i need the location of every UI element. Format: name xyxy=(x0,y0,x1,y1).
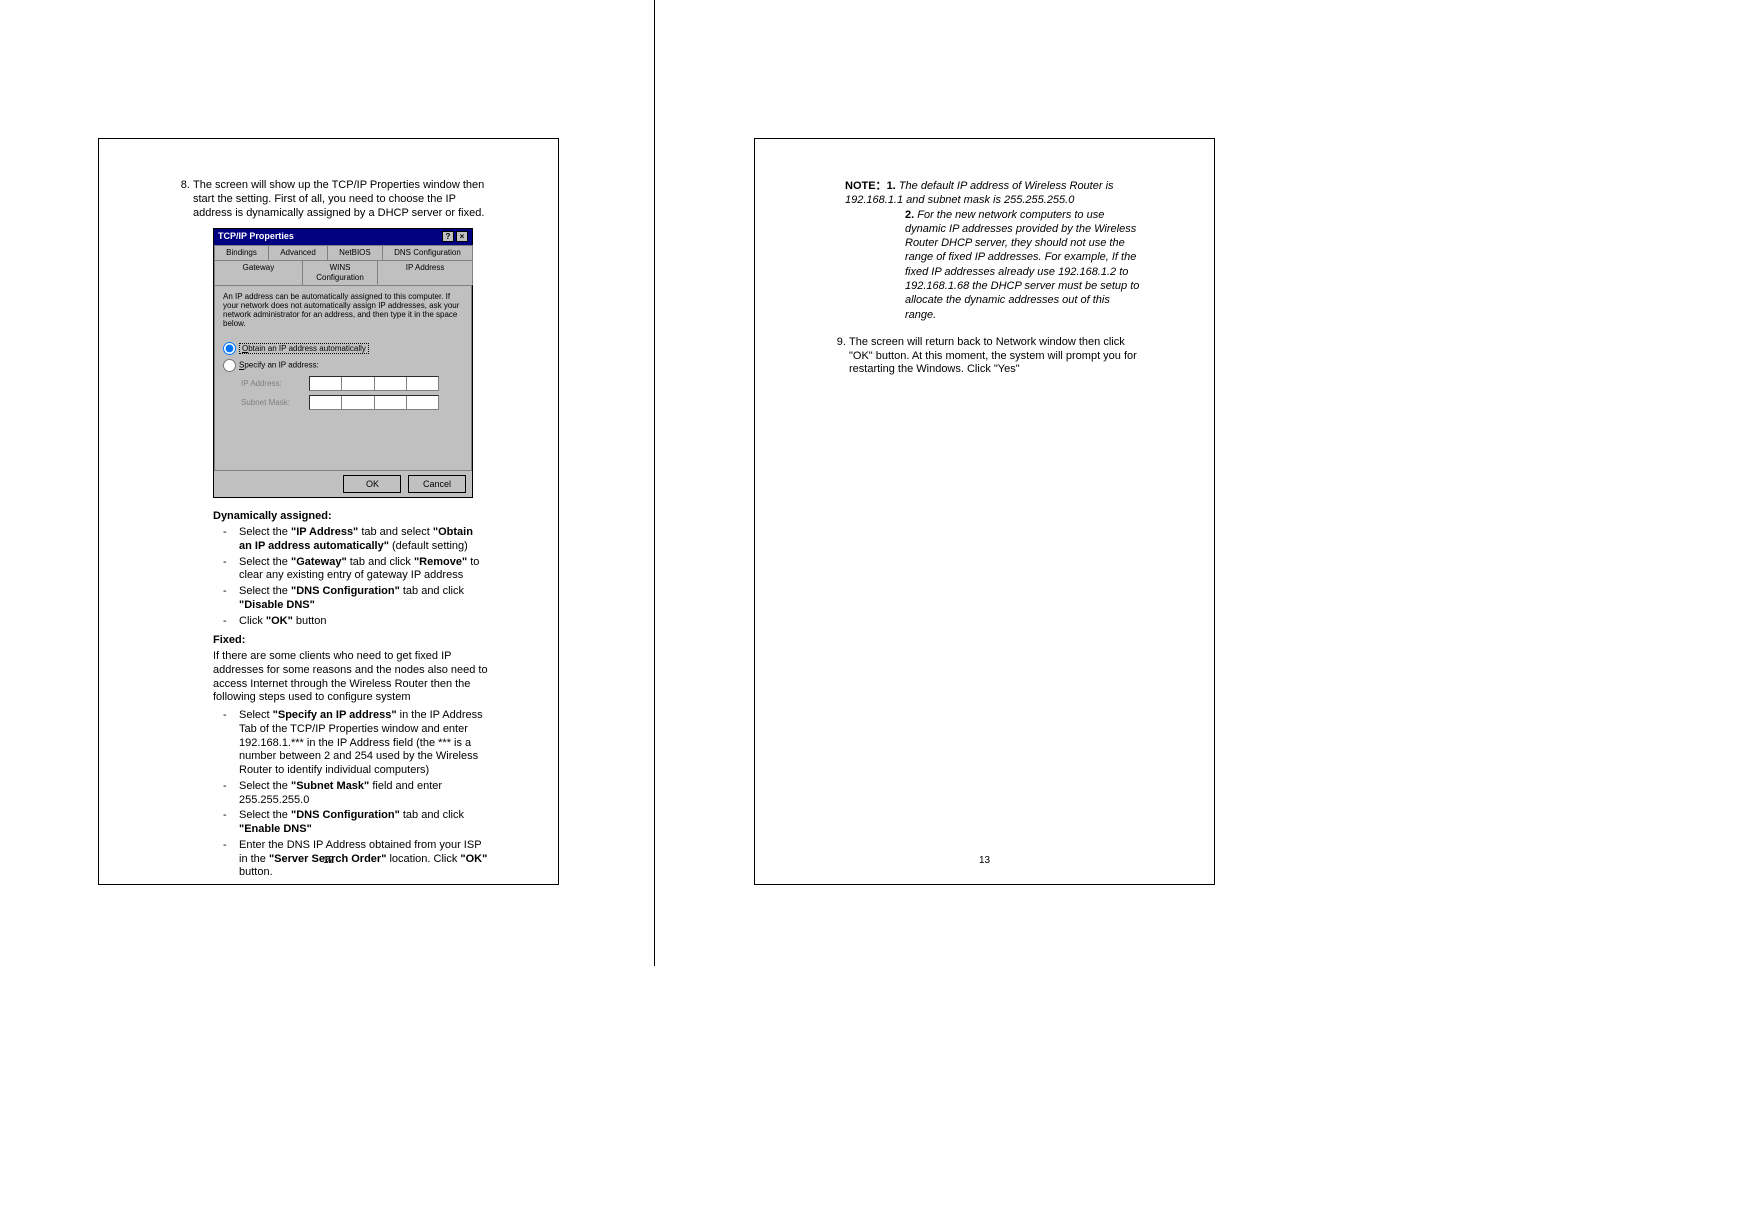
tab-netbios[interactable]: NetBIOS xyxy=(327,245,383,260)
ip-address-label: IP Address: xyxy=(241,379,309,389)
list-item: Select the "DNS Configuration" tab and c… xyxy=(213,809,488,837)
tab-wins-configuration[interactable]: WINS Configuration xyxy=(302,260,378,285)
dialog-description: An IP address can be automatically assig… xyxy=(223,292,463,329)
note-block: NOTE：1. The default IP address of Wirele… xyxy=(845,179,1144,322)
step-9: The screen will return back to Network w… xyxy=(849,336,1144,377)
tab-ip-address[interactable]: IP Address xyxy=(377,260,473,285)
tab-advanced[interactable]: Advanced xyxy=(268,245,328,260)
step-8: The screen will show up the TCP/IP Prope… xyxy=(193,179,488,880)
list-item: Select the "IP Address" tab and select "… xyxy=(213,526,488,554)
page-divider xyxy=(654,0,655,966)
tab-bindings[interactable]: Bindings xyxy=(214,245,269,260)
tabs-row-bottom: Gateway WINS Configuration IP Address xyxy=(214,260,472,285)
tabs-row-top: Bindings Advanced NetBIOS DNS Configurat… xyxy=(214,245,472,260)
dialog-titlebar: TCP/IP Properties ? × xyxy=(214,229,472,244)
ok-button[interactable]: OK xyxy=(343,475,401,493)
list-item: Select the "Gateway" tab and click "Remo… xyxy=(213,556,488,584)
fixed-heading: Fixed: xyxy=(213,634,488,648)
blank-area xyxy=(825,383,1144,823)
note-2-text: For the new network computers to use dyn… xyxy=(905,209,1139,321)
step-8-text: The screen will show up the TCP/IP Prope… xyxy=(193,179,484,219)
fixed-paragraph: If there are some clients who need to ge… xyxy=(213,650,488,705)
dynamically-assigned-heading: Dynamically assigned: xyxy=(213,510,488,524)
tab-body: An IP address can be automatically assig… xyxy=(214,285,472,472)
dialog-buttons: OK Cancel xyxy=(214,471,472,497)
cancel-button[interactable]: Cancel xyxy=(408,475,466,493)
tcpip-dialog: TCP/IP Properties ? × Bindings Advanced … xyxy=(213,228,473,498)
radio-obtain-auto[interactable]: Obtain an IP address automatically xyxy=(223,342,463,355)
subnet-mask-label: Subnet Mask: xyxy=(241,398,309,408)
page-13: NOTE：1. The default IP address of Wirele… xyxy=(754,138,1215,885)
radio-obtain-auto-label: btain an IP address automatically xyxy=(248,344,366,353)
ip-address-field[interactable] xyxy=(309,376,439,391)
list-item: Select the "Subnet Mask" field and enter… xyxy=(213,780,488,808)
tcpip-dialog-screenshot: TCP/IP Properties ? × Bindings Advanced … xyxy=(213,228,488,498)
list-item: Click "OK" button xyxy=(213,615,488,629)
page-number: 13 xyxy=(755,855,1214,866)
list-item: Select "Specify an IP address" in the IP… xyxy=(213,709,488,778)
radio-specify[interactable]: Specify an IP address: xyxy=(223,359,463,372)
radio-specify-label: pecify an IP address: xyxy=(244,361,319,370)
list-item: Select the "DNS Configuration" tab and c… xyxy=(213,585,488,613)
page-number: 12 xyxy=(99,855,558,866)
subnet-mask-field[interactable] xyxy=(309,395,439,410)
note-label: NOTE： xyxy=(845,180,887,192)
note-1-number: 1. xyxy=(887,180,896,192)
ip-address-row: IP Address: xyxy=(241,376,463,391)
subnet-mask-row: Subnet Mask: xyxy=(241,395,463,410)
page-12: The screen will show up the TCP/IP Prope… xyxy=(98,138,559,885)
tab-gateway[interactable]: Gateway xyxy=(214,260,303,285)
close-icon[interactable]: × xyxy=(456,231,468,242)
radio-obtain-auto-input[interactable] xyxy=(223,342,236,355)
step-9-text: The screen will return back to Network w… xyxy=(849,336,1137,376)
radio-specify-input[interactable] xyxy=(223,359,236,372)
dialog-title: TCP/IP Properties xyxy=(218,231,294,242)
dynamically-assigned-list: Select the "IP Address" tab and select "… xyxy=(213,526,488,628)
note-2-number: 2. xyxy=(905,209,914,221)
help-icon[interactable]: ? xyxy=(442,231,454,242)
tab-dns-configuration[interactable]: DNS Configuration xyxy=(382,245,473,260)
